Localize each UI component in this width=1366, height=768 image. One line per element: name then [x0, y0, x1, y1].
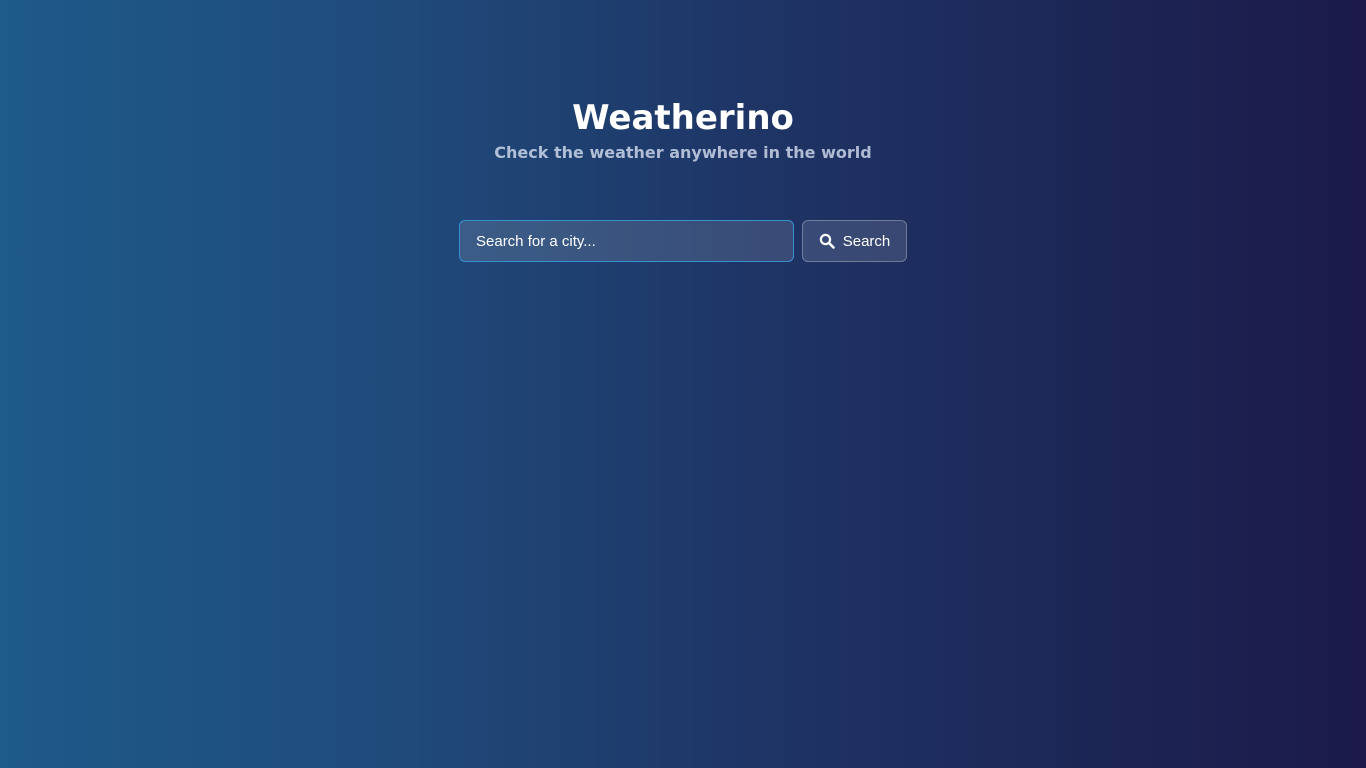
- app-title: Weatherino: [572, 98, 794, 138]
- header: Weatherino Check the weather anywhere in…: [0, 96, 1366, 164]
- search-form: Search: [459, 220, 907, 262]
- search-input[interactable]: [459, 220, 794, 262]
- search-button-label: Search: [842, 232, 891, 250]
- search-button[interactable]: Search: [802, 220, 907, 262]
- app-page: Weatherino Check the weather anywhere in…: [0, 0, 1366, 768]
- search-icon: [819, 233, 835, 249]
- app-subtitle: Check the weather anywhere in the world: [494, 143, 872, 162]
